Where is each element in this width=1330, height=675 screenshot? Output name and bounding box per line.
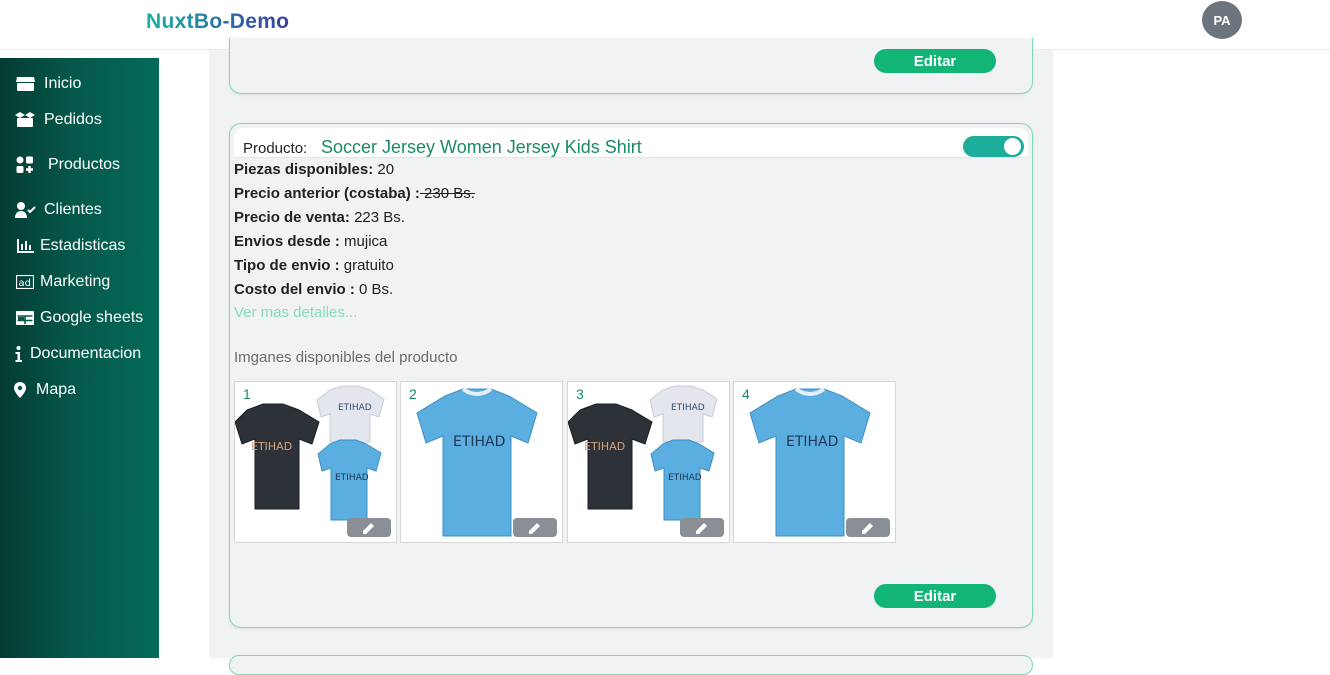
- old-price-row: Precio anterior (costaba) : 230 Bs.: [234, 185, 475, 202]
- pencil-icon: [363, 522, 374, 534]
- ship-cost-value: 0 Bs.: [359, 281, 394, 298]
- sidebar-item-productos[interactable]: Productos: [0, 150, 159, 180]
- product-name[interactable]: Soccer Jersey Women Jersey Kids Shirt: [321, 137, 642, 158]
- ship-type-row: Tipo de envio : gratuito: [234, 257, 394, 274]
- product-image-thumb[interactable]: 2 ETIHAD: [400, 381, 563, 543]
- product-image-thumb[interactable]: 3 ETIHAD ETIHAD ETIHAD: [567, 381, 730, 543]
- ship-from-row: Envios desde : mujica: [234, 233, 387, 250]
- sidebar-item-mapa[interactable]: Mapa: [0, 375, 159, 405]
- stock-label: Piezas disponibles:: [234, 161, 374, 178]
- boxes-icon: [14, 112, 36, 128]
- ship-type-label: Tipo de envio :: [234, 257, 340, 274]
- sidebar-item-google-sheets[interactable]: Google sheets: [0, 303, 159, 333]
- product-image-thumb[interactable]: 4 ETIHAD: [733, 381, 896, 543]
- ship-from-value: mujica: [344, 233, 388, 250]
- product-card-next: [229, 655, 1033, 675]
- stock-value: 20: [377, 161, 395, 178]
- toggle-knob: [1004, 138, 1021, 155]
- pencil-icon: [862, 522, 873, 534]
- edit-image-button[interactable]: [680, 518, 724, 537]
- stock-row: Piezas disponibles: 20: [234, 161, 394, 178]
- sidebar-item-label: Productos: [48, 156, 121, 173]
- svg-text:ETIHAD: ETIHAD: [338, 403, 372, 413]
- sidebar-item-documentacion[interactable]: Documentacion: [0, 339, 159, 369]
- svg-text:ETIHAD: ETIHAD: [671, 403, 705, 413]
- ad-icon: ad: [14, 275, 36, 289]
- svg-text:ETIHAD: ETIHAD: [251, 440, 292, 453]
- pencil-icon: [529, 522, 540, 534]
- sidebar-item-label: Google sheets: [40, 309, 144, 326]
- old-price-value: 230 Bs.: [419, 185, 475, 202]
- ship-type-value: gratuito: [343, 257, 394, 274]
- svg-text:ETIHAD: ETIHAD: [668, 473, 702, 483]
- table-icon: [14, 311, 36, 325]
- product-card-previous: Editar: [229, 38, 1033, 94]
- images-title: Imganes disponibles del producto: [234, 349, 458, 366]
- sidebar: Inicio Pedidos Productos Clientes Estadi…: [0, 58, 159, 658]
- info-icon: [14, 346, 22, 362]
- price-row: Precio de venta: 223 Bs.: [234, 209, 405, 226]
- more-details-link[interactable]: Ver mas detalles...: [234, 304, 357, 321]
- svg-text:ETIHAD: ETIHAD: [453, 434, 505, 450]
- pencil-icon: [696, 522, 707, 534]
- store-icon: [14, 76, 36, 92]
- product-active-toggle[interactable]: [963, 136, 1024, 157]
- price-value: 223 Bs.: [354, 209, 405, 226]
- svg-text:ETIHAD: ETIHAD: [335, 473, 369, 483]
- old-price-label: Precio anterior (costaba) :: [234, 185, 420, 202]
- map-marker-icon: [14, 382, 26, 398]
- sidebar-item-label: Pedidos: [44, 111, 102, 128]
- brand-logo[interactable]: NuxtBo-Demo: [146, 10, 289, 34]
- ship-cost-row: Costo del envio : 0 Bs.: [234, 281, 393, 298]
- svg-text:ad: ad: [19, 278, 31, 289]
- sidebar-item-label: Documentacion: [30, 345, 142, 362]
- edit-image-button[interactable]: [347, 518, 391, 537]
- product-card: Producto: Soccer Jersey Women Jersey Kid…: [229, 123, 1033, 628]
- user-avatar[interactable]: PA: [1202, 1, 1242, 39]
- svg-text:ETIHAD: ETIHAD: [786, 434, 838, 450]
- edit-image-button[interactable]: [846, 518, 890, 537]
- edit-image-button[interactable]: [513, 518, 557, 537]
- edit-button[interactable]: Editar: [874, 584, 996, 608]
- sidebar-item-label: Estadisticas: [40, 237, 126, 254]
- sidebar-item-estadisticas[interactable]: Estadisticas: [0, 231, 159, 261]
- sidebar-item-clientes[interactable]: Clientes: [0, 195, 159, 225]
- ship-from-label: Envios desde :: [234, 233, 340, 250]
- product-card-header: Producto: Soccer Jersey Women Jersey Kid…: [234, 128, 1028, 158]
- sidebar-item-label: Mapa: [36, 381, 77, 398]
- sidebar-item-label: Clientes: [44, 201, 102, 218]
- product-image-thumb[interactable]: 1 ETIHAD ETIHAD ETIHAD: [234, 381, 397, 543]
- user-check-icon: [14, 202, 36, 218]
- edit-button[interactable]: Editar: [874, 49, 996, 73]
- bar-chart-icon: [14, 239, 36, 253]
- sidebar-item-marketing[interactable]: ad Marketing: [0, 267, 159, 297]
- sidebar-item-inicio[interactable]: Inicio: [0, 69, 159, 99]
- ship-cost-label: Costo del envio :: [234, 281, 355, 298]
- sidebar-item-label: Inicio: [44, 75, 82, 92]
- grid-icon: [14, 156, 36, 174]
- sidebar-item-pedidos[interactable]: Pedidos: [0, 105, 159, 135]
- sidebar-item-label: Marketing: [40, 273, 111, 290]
- price-label: Precio de venta:: [234, 209, 350, 226]
- product-label: Producto:: [243, 140, 308, 157]
- svg-text:ETIHAD: ETIHAD: [584, 440, 625, 453]
